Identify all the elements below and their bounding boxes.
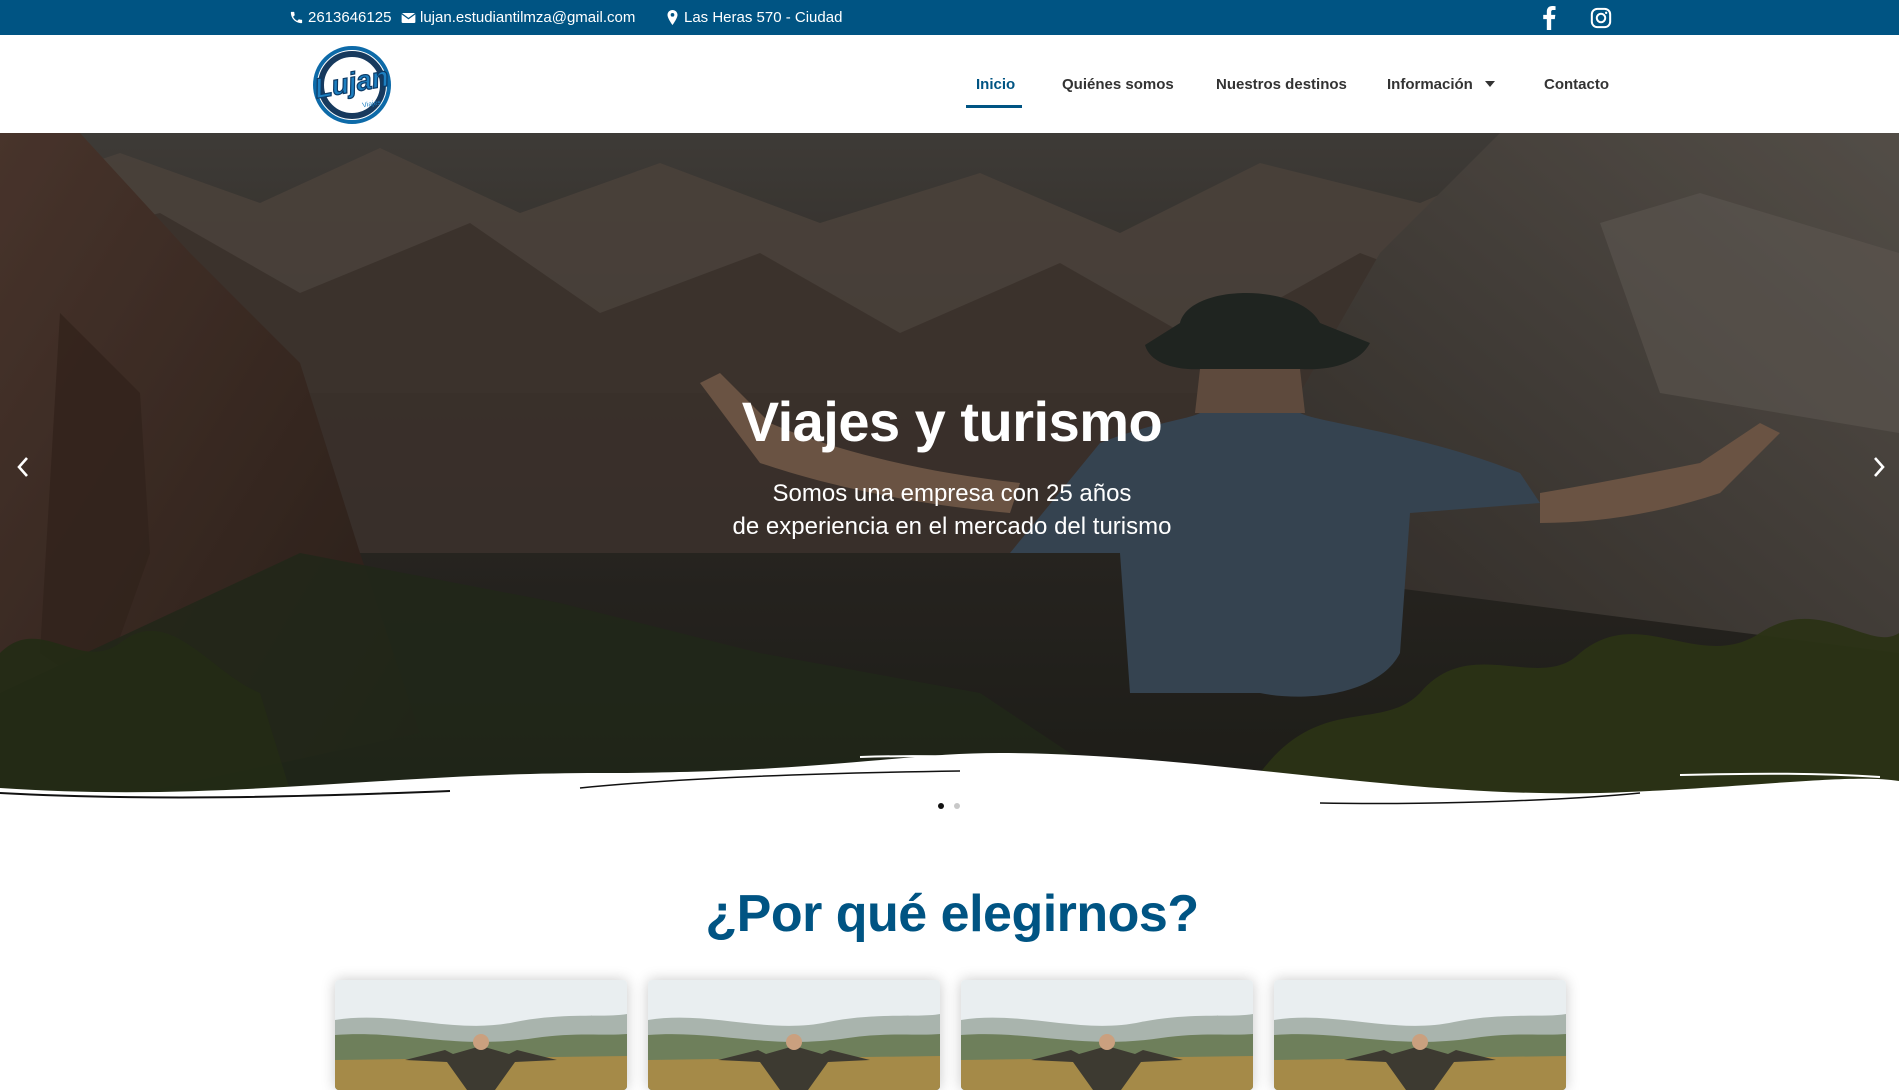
nav-inicio[interactable]: Inicio [976,35,1015,133]
address-contact[interactable]: Las Heras 570 - Ciudad [664,0,842,35]
slider-dot-2[interactable] [954,803,960,809]
feature-card-image [961,980,1253,1090]
top-info-bar: 2613646125 lujan.estudiantilmza@gmail.co… [0,0,1899,35]
site-logo[interactable]: Lujan Viajes [302,45,402,125]
address-text: Las Heras 570 - Ciudad [684,9,843,26]
feature-card-image [335,980,627,1090]
section-title: ¿Por qué elegirnos? [705,885,1199,943]
hero-slider: Viajes y turismo Somos una empresa con 2… [0,133,1899,823]
email-address: lujan.estudiantilmza@gmail.com [420,9,636,26]
slider-prev-arrow-icon[interactable] [8,449,38,485]
feature-card[interactable] [335,980,627,1090]
phone-contact[interactable]: 2613646125 [288,0,391,35]
site-header: Lujan Viajes Inicio Quiénes somos Nuestr… [0,35,1899,133]
mail-icon [400,10,416,26]
feature-card[interactable] [961,980,1253,1090]
hero-subtitle-line-2: de experiencia en el mercado del turismo [732,513,1172,540]
caret-down-icon [1484,81,1495,87]
phone-icon [288,10,304,26]
feature-card[interactable] [1274,980,1566,1090]
feature-card-image [1274,980,1566,1090]
feature-card-image [648,980,940,1090]
map-pin-icon [664,10,680,26]
facebook-icon[interactable] [1537,6,1561,30]
hero-subtitle-line-1: Somos una empresa con 25 años [772,480,1132,507]
nav-informacion[interactable]: Información [1387,35,1495,133]
phone-number: 2613646125 [308,9,392,26]
nav-quienes-somos[interactable]: Quiénes somos [1062,35,1174,133]
nav-contacto[interactable]: Contacto [1544,35,1609,133]
nav-nuestros-destinos[interactable]: Nuestros destinos [1216,35,1347,133]
slider-next-arrow-icon[interactable] [1864,449,1894,485]
nav-informacion-label: Información [1387,75,1473,93]
hero-title: Viajes y turismo [741,390,1163,453]
slider-dot-1[interactable] [938,803,944,809]
instagram-icon[interactable] [1589,6,1613,30]
hero-background-image [0,133,1899,823]
feature-card[interactable] [648,980,940,1090]
nav-active-indicator [966,105,1022,108]
slider-pagination [938,803,960,809]
email-contact[interactable]: lujan.estudiantilmza@gmail.com [400,0,635,35]
